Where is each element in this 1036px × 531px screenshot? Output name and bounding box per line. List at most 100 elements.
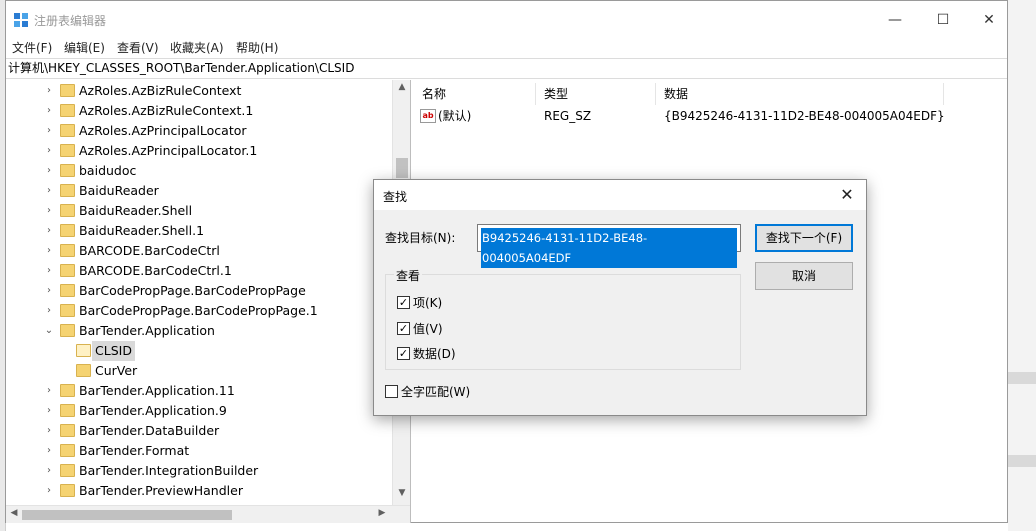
- scroll-left-icon[interactable]: ◀: [6, 508, 22, 518]
- key-tree-pane: › AzRoles.AzBizRuleContext › AzRoles.AzBizR…: [6, 80, 411, 523]
- folder-icon: [76, 344, 91, 357]
- column-header-type[interactable]: 类型: [536, 83, 656, 105]
- collapse-icon[interactable]: ⌄: [43, 321, 55, 341]
- tree-item[interactable]: › BarCodePropPage.BarCodePropPage.1: [6, 301, 392, 321]
- expand-icon[interactable]: ›: [43, 181, 55, 201]
- scroll-thumb[interactable]: [396, 158, 408, 178]
- expand-icon[interactable]: ›: [43, 401, 55, 421]
- folder-icon: [60, 264, 75, 277]
- value-type: REG_SZ: [544, 109, 592, 123]
- menu-favorites[interactable]: 收藏夹(A): [170, 39, 224, 56]
- background-right-edge: [1008, 0, 1036, 531]
- column-header-data[interactable]: 数据: [656, 83, 944, 105]
- tree-item-label: CLSID: [92, 341, 135, 361]
- scroll-down-icon[interactable]: ▼: [393, 488, 410, 498]
- tree-item-label: BarTender.Application.9: [79, 403, 227, 418]
- menu-view[interactable]: 查看(V): [117, 39, 159, 56]
- title-bar: 注册表编辑器 — ☐ ✕: [6, 1, 1007, 37]
- tree-item[interactable]: CurVer: [6, 361, 392, 381]
- tree-item[interactable]: › BaiduReader.Shell: [6, 201, 392, 221]
- menu-help[interactable]: 帮助(H): [236, 39, 278, 56]
- tree-item[interactable]: › BarTender.Format: [6, 441, 392, 461]
- tree-item[interactable]: › AzRoles.AzPrincipalLocator: [6, 121, 392, 141]
- folder-icon: [60, 224, 75, 237]
- checkbox-data[interactable]: ✓: [397, 347, 410, 360]
- value-name: (默认): [438, 109, 472, 123]
- value-row[interactable]: ab (默认) REG_SZ {B9425246-4131-11D2-BE48-…: [414, 106, 974, 126]
- folder-icon: [60, 464, 75, 477]
- folder-icon: [60, 284, 75, 297]
- tree-item-label: BarTender.IntegrationBuilder: [79, 463, 259, 478]
- tree-item[interactable]: › baidudoc: [6, 161, 392, 181]
- tree-item[interactable]: › AzRoles.AzBizRuleContext: [6, 81, 392, 101]
- expand-icon[interactable]: ›: [43, 301, 55, 321]
- menu-file[interactable]: 文件(F): [12, 39, 52, 56]
- expand-icon[interactable]: ›: [43, 101, 55, 121]
- tree-item[interactable]: › BaiduReader: [6, 181, 392, 201]
- column-header-name[interactable]: 名称: [414, 83, 536, 105]
- find-target-input[interactable]: B9425246-4131-11D2-BE48-004005A04EDF: [477, 224, 741, 268]
- checkbox-whole-match[interactable]: [385, 385, 398, 398]
- tree-item[interactable]: › BaiduReader.Shell.1: [6, 221, 392, 241]
- expand-icon[interactable]: ›: [43, 481, 55, 501]
- cancel-button[interactable]: 取消: [755, 262, 853, 290]
- expand-icon[interactable]: ›: [43, 461, 55, 481]
- folder-icon: [76, 364, 91, 377]
- tree-item[interactable]: › BarTender.PreviewHandler: [6, 481, 392, 501]
- tree-item-label: BARCODE.BarCodeCtrl.1: [79, 263, 232, 278]
- string-value-icon: ab: [420, 109, 436, 123]
- folder-icon: [60, 84, 75, 97]
- expand-icon[interactable]: ›: [43, 241, 55, 261]
- checkbox-keys[interactable]: ✓: [397, 296, 410, 309]
- expand-icon[interactable]: ›: [43, 221, 55, 241]
- tree-item-label: BaiduReader.Shell.1: [79, 223, 205, 238]
- tree-item[interactable]: ⌄ BarTender.Application: [6, 321, 392, 341]
- expand-icon[interactable]: ›: [43, 281, 55, 301]
- tree-item[interactable]: › BarTender.IntegrationBuilder: [6, 461, 392, 481]
- tree-item[interactable]: › AzRoles.AzBizRuleContext.1: [6, 101, 392, 121]
- tree-horizontal-scrollbar[interactable]: ◀ ▶: [6, 505, 410, 523]
- background-strip: [1008, 455, 1036, 467]
- tree-item-label: BarTender.Application: [79, 323, 215, 338]
- tree-item-label: AzRoles.AzBizRuleContext.1: [79, 103, 254, 118]
- find-dialog-close-button[interactable]: ✕: [836, 184, 858, 206]
- tree-item[interactable]: › AzRoles.AzPrincipalLocator.1: [6, 141, 392, 161]
- folder-icon: [60, 104, 75, 117]
- expand-icon[interactable]: ›: [43, 421, 55, 441]
- menu-edit[interactable]: 编辑(E): [64, 39, 105, 56]
- folder-icon: [60, 444, 75, 457]
- scroll-thumb[interactable]: [22, 510, 232, 520]
- scroll-right-icon[interactable]: ▶: [374, 508, 390, 518]
- tree-item-label: AzRoles.AzPrincipalLocator: [79, 123, 247, 138]
- tree-item[interactable]: › BARCODE.BarCodeCtrl.1: [6, 261, 392, 281]
- expand-icon[interactable]: ›: [43, 81, 55, 101]
- find-next-button[interactable]: 查找下一个(F): [755, 224, 853, 252]
- maximize-button[interactable]: ☐: [920, 7, 966, 33]
- scroll-up-icon[interactable]: ▲: [393, 82, 410, 92]
- tree-item[interactable]: › BarTender.Application.9: [6, 401, 392, 421]
- tree-item-label: BarCodePropPage.BarCodePropPage: [79, 283, 306, 298]
- tree-item[interactable]: › BARCODE.BarCodeCtrl: [6, 241, 392, 261]
- tree-item[interactable]: › BarCodePropPage.BarCodePropPage: [6, 281, 392, 301]
- expand-icon[interactable]: ›: [43, 381, 55, 401]
- menu-bar: 文件(F) 编辑(E) 查看(V) 收藏夹(A) 帮助(H): [6, 37, 1007, 57]
- address-bar[interactable]: 计算机\HKEY_CLASSES_ROOT\BarTender.Applicat…: [6, 58, 1007, 79]
- tree-item[interactable]: CLSID: [6, 341, 392, 361]
- tree-item[interactable]: › BarTender.Application.11: [6, 381, 392, 401]
- close-button[interactable]: ✕: [966, 7, 1012, 33]
- checkbox-values[interactable]: ✓: [397, 322, 410, 335]
- option-values-label: 值(V): [413, 322, 443, 336]
- find-target-label: 查找目标(N):: [385, 231, 456, 245]
- tree-item-label: BarTender.Format: [79, 443, 190, 458]
- expand-icon[interactable]: ›: [43, 261, 55, 281]
- expand-icon[interactable]: ›: [43, 201, 55, 221]
- expand-icon[interactable]: ›: [43, 121, 55, 141]
- folder-icon: [60, 424, 75, 437]
- expand-icon[interactable]: ›: [43, 441, 55, 461]
- folder-icon: [60, 204, 75, 217]
- tree-item[interactable]: › BarTender.DataBuilder: [6, 421, 392, 441]
- minimize-button[interactable]: —: [872, 7, 918, 33]
- expand-icon[interactable]: ›: [43, 161, 55, 181]
- tree-item-label: CurVer: [95, 363, 138, 378]
- expand-icon[interactable]: ›: [43, 141, 55, 161]
